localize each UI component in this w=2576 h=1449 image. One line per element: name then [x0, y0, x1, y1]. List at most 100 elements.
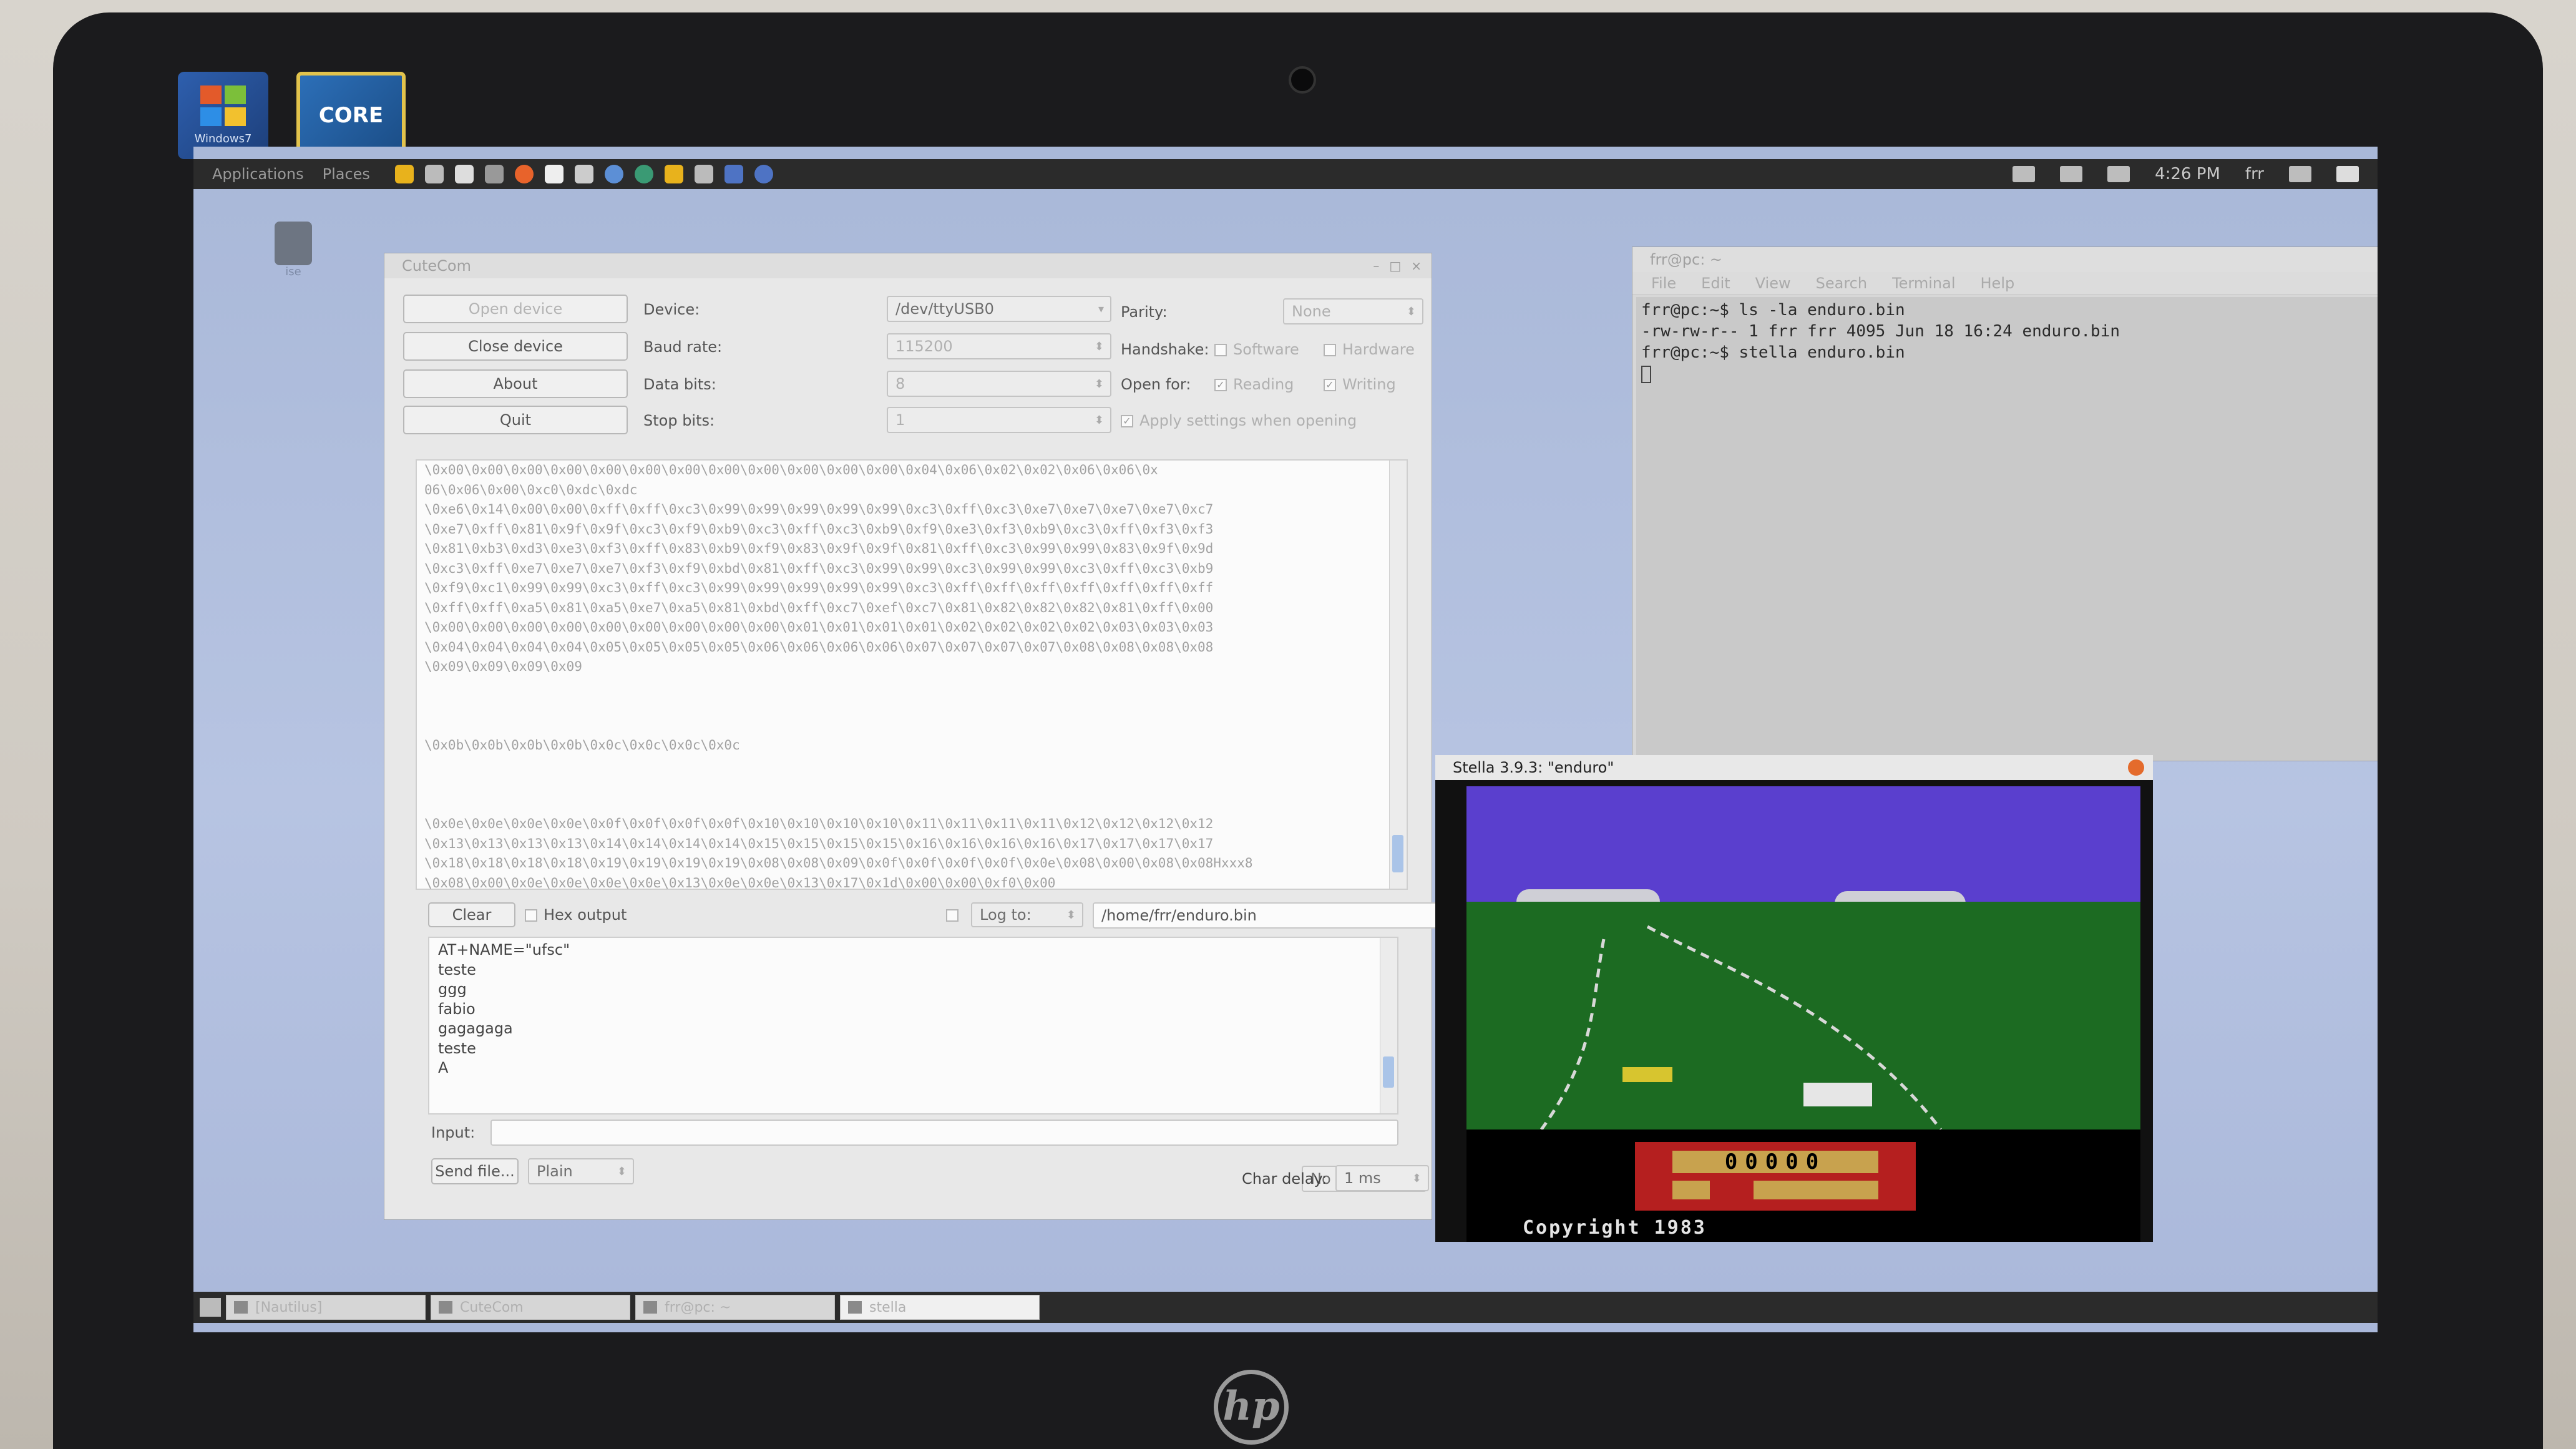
checkbox-box: [946, 909, 959, 922]
window-controls: – □ ×: [1373, 258, 1422, 273]
baud-rate-combo[interactable]: 115200 ⬍: [887, 333, 1111, 359]
places-menu[interactable]: Places: [323, 165, 370, 183]
applications-menu[interactable]: Applications: [212, 165, 304, 183]
launcher-icon[interactable]: [634, 165, 653, 183]
windows7-label: Windows7: [194, 132, 252, 145]
clear-button[interactable]: Clear: [428, 902, 515, 927]
device-combo[interactable]: /dev/ttyUSB0 ▾: [887, 296, 1111, 322]
launcher-icon[interactable]: [424, 165, 444, 183]
terminal-output[interactable]: frr@pc:~$ ls -la enduro.bin -rw-rw-r-- 1…: [1636, 297, 2378, 761]
launcher-icon[interactable]: [754, 165, 773, 183]
volume-icon[interactable]: [2107, 166, 2130, 182]
show-desktop-icon[interactable]: [2336, 166, 2359, 182]
history-item[interactable]: A: [438, 1058, 1388, 1078]
history-item[interactable]: gagagaga: [438, 1019, 1388, 1039]
enduro-game-screen[interactable]: 00000 Copyright 1983: [1466, 786, 2140, 1242]
send-mode-value: Plain: [537, 1163, 573, 1180]
scrollbar-thumb[interactable]: [1383, 1056, 1394, 1088]
output-line: \0x81\0xb3\0xd3\0xe3\0xf3\0xff\0x83\0xb9…: [424, 541, 1214, 556]
log-mode-combo[interactable]: Log to: ⬍: [971, 902, 1083, 927]
history-item[interactable]: teste: [438, 960, 1388, 980]
taskbar-item[interactable]: frr@pc: ~: [635, 1295, 835, 1320]
output-area[interactable]: \0x00\0x00\0x00\0x00\0x00\0x00\0x00\0x00…: [416, 459, 1408, 890]
sent-history-list[interactable]: AT+NAME="ufsc" teste ggg fabio gagagaga …: [428, 937, 1398, 1115]
maximize-icon[interactable]: □: [1389, 258, 1401, 273]
firefox-icon[interactable]: [514, 165, 534, 183]
display-icon[interactable]: [2289, 166, 2311, 182]
software-label: Software: [1233, 341, 1299, 358]
hex-output-checkbox[interactable]: Hex output: [525, 906, 627, 924]
output-line: \0x0e\0x0e\0x0e\0x0e\0x0f\0x0f\0x0f\0x0f…: [424, 816, 1214, 831]
editor-icon[interactable]: [574, 165, 593, 183]
terminal-menubar: File Edit View Search Terminal Help: [1632, 272, 2378, 295]
history-item[interactable]: teste: [438, 1039, 1388, 1059]
document-icon[interactable]: [544, 165, 564, 183]
input-field[interactable]: [490, 1120, 1398, 1146]
output-line: \0xf9\0xc1\0x99\0x99\0xc3\0xff\0xc3\0x99…: [424, 580, 1214, 595]
output-line: \0x04\0x04\0x04\0x04\0x05\0x05\0x05\0x05…: [424, 639, 1214, 655]
taskbar-item[interactable]: CuteCom: [431, 1295, 630, 1320]
launcher-icon[interactable]: [694, 165, 713, 183]
network-icon[interactable]: [2060, 166, 2083, 182]
close-device-button[interactable]: Close device: [403, 332, 628, 361]
reading-checkbox[interactable]: ✓ Reading: [1214, 376, 1294, 393]
hardware-checkbox[interactable]: Hardware: [1324, 341, 1415, 358]
launcher-icon[interactable]: [724, 165, 743, 183]
checkmark-icon: ✓: [1324, 379, 1336, 391]
stop-bits-combo[interactable]: 1 ⬍: [887, 407, 1111, 433]
apply-settings-label: Apply settings when opening: [1139, 412, 1357, 429]
quit-button[interactable]: Quit: [403, 406, 628, 434]
parity-combo[interactable]: None ⬍: [1283, 298, 1423, 324]
chevron-down-icon: ⬍: [1094, 413, 1104, 427]
log-to-checkbox[interactable]: [946, 906, 965, 924]
data-bits-combo[interactable]: 8 ⬍: [887, 371, 1111, 397]
send-mode-combo[interactable]: Plain ⬍: [528, 1158, 634, 1184]
output-line: \0xe7\0xff\0x81\0x9f\0x9f\0xc3\0xf9\0xb9…: [424, 521, 1214, 537]
stepper-icon[interactable]: ⬍: [1412, 1172, 1422, 1185]
history-scrollbar[interactable]: [1380, 938, 1397, 1113]
menu-view[interactable]: View: [1755, 275, 1791, 292]
apply-settings-checkbox[interactable]: ✓ Apply settings when opening: [1121, 412, 1357, 429]
menu-file[interactable]: File: [1651, 275, 1676, 292]
launcher-icon[interactable]: [484, 165, 504, 183]
char-delay-spinner[interactable]: 1 ms ⬍: [1335, 1165, 1429, 1191]
browser-icon[interactable]: [604, 165, 623, 183]
cloud-shape: [1516, 889, 1660, 902]
send-file-button[interactable]: Send file...: [431, 1158, 519, 1184]
show-desktop-icon[interactable]: [200, 1298, 221, 1317]
taskbar-item[interactable]: stella: [840, 1295, 1040, 1320]
stella-titlebar[interactable]: Stella 3.9.3: "enduro": [1435, 755, 2153, 780]
user-menu[interactable]: frr: [2245, 165, 2264, 183]
scrollbar-thumb[interactable]: [1392, 835, 1403, 872]
hex-output-label: Hex output: [544, 906, 627, 924]
keyboard-icon[interactable]: [2012, 166, 2036, 182]
clock[interactable]: 4:26 PM: [2155, 165, 2220, 183]
minimize-icon[interactable]: –: [1373, 258, 1379, 273]
taskbar-item[interactable]: [Nautilus]: [226, 1295, 426, 1320]
history-item[interactable]: ggg: [438, 980, 1388, 1000]
data-bits-label: Data bits:: [643, 376, 716, 393]
software-checkbox[interactable]: Software: [1214, 341, 1299, 358]
desktop-icon[interactable]: ise: [268, 222, 318, 278]
terminal-launcher-icon[interactable]: [454, 165, 474, 183]
open-device-button[interactable]: Open device: [403, 295, 628, 323]
cutecom-titlebar[interactable]: CuteCom – □ ×: [384, 253, 1432, 278]
menu-terminal[interactable]: Terminal: [1892, 275, 1955, 292]
launcher-icon[interactable]: [394, 165, 414, 183]
close-icon[interactable]: [2128, 759, 2144, 776]
history-item[interactable]: AT+NAME="ufsc": [438, 940, 1388, 960]
close-icon[interactable]: ×: [1411, 258, 1422, 273]
launcher-icon[interactable]: [664, 165, 683, 183]
menu-search[interactable]: Search: [1816, 275, 1867, 292]
checkmark-icon: ✓: [1121, 415, 1133, 427]
menu-help[interactable]: Help: [1981, 275, 2015, 292]
intel-core-sticker: CORE: [296, 72, 406, 159]
history-item[interactable]: fabio: [438, 1000, 1388, 1020]
about-button[interactable]: About: [403, 369, 628, 398]
terminal-titlebar[interactable]: frr@pc: ~ – □ ×: [1632, 247, 2378, 272]
menu-edit[interactable]: Edit: [1701, 275, 1730, 292]
hp-logo: hp: [1214, 1370, 1289, 1445]
output-scrollbar[interactable]: [1389, 461, 1407, 889]
writing-label: Writing: [1342, 376, 1396, 393]
writing-checkbox[interactable]: ✓ Writing: [1324, 376, 1396, 393]
